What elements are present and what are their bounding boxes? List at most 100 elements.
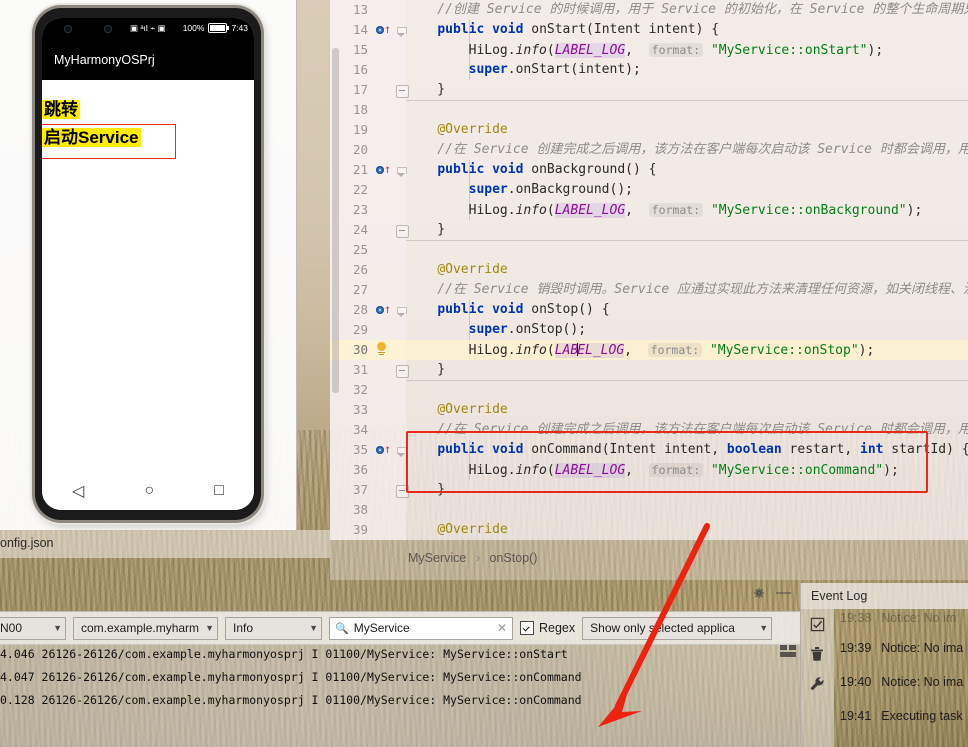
device-dropdown-value: N00 <box>0 621 23 635</box>
code-line-text: //在 Service 创建完成之后调用，该方法在客户端每次启动该 Servic… <box>406 422 968 437</box>
process-dropdown[interactable]: com.example.myharmony‹ ▼ <box>73 616 218 640</box>
code-line[interactable]: 39 @Override <box>330 520 968 540</box>
wrap-lines-icon[interactable] <box>780 645 796 658</box>
wrench-icon[interactable] <box>809 676 825 692</box>
jump-button-label: 跳转 <box>42 100 80 120</box>
event-log-time: 19:38 <box>840 611 872 625</box>
code-line-text: public void onCommand(Intent intent, boo… <box>437 442 968 457</box>
code-line[interactable]: 22 super.onBackground(); <box>330 180 968 200</box>
device-dropdown[interactable]: N00 ▼ <box>0 616 66 640</box>
logcat-row[interactable]: 4.046 26126-26126/com.example.myharmonyo… <box>0 643 800 666</box>
code-line[interactable]: 36 HiLog.info(LABEL_LOG, format: "MyServ… <box>330 460 968 480</box>
breadcrumb[interactable]: MyService › onStop() <box>330 540 968 580</box>
code-line[interactable]: 19 @Override <box>330 120 968 140</box>
logcat-side-tool-icons <box>780 645 800 663</box>
code-line-text: public void onStart(Intent intent) { <box>437 22 720 37</box>
code-line[interactable]: 26 @Override <box>330 260 968 280</box>
code-line-text: super.onBackground(); <box>468 182 633 197</box>
method-separator <box>406 380 968 381</box>
event-log-entry[interactable]: 19:39 Notice: No ima <box>832 631 968 665</box>
event-log-message: Notice: No im <box>881 611 957 625</box>
logcat-output[interactable]: 4.046 26126-26126/com.example.myharmonyo… <box>0 643 800 747</box>
event-log-panel: Event Log 19:38 Notice: No im 19:39 Notice:… <box>800 583 968 747</box>
chevron-down-icon: ▼ <box>53 623 62 633</box>
code-line-text: @Override <box>437 262 508 277</box>
intention-bulb-icon[interactable] <box>374 342 390 358</box>
trash-icon[interactable] <box>810 646 824 662</box>
checkbox-icon[interactable] <box>810 617 825 632</box>
code-line-text: super.onStart(intent); <box>468 62 641 77</box>
code-line[interactable]: 32 <box>330 380 968 400</box>
camera-sensor-icon <box>64 25 72 33</box>
code-line[interactable]: 23 HiLog.info(LABEL_LOG, format: "MyServ… <box>330 200 968 220</box>
logcat-search-input[interactable]: 🔍 MyService ✕ <box>329 616 513 640</box>
code-editor[interactable]: 13 //创建 Service 的时候调用，用于 Service 的初始化，在 … <box>330 0 968 540</box>
event-log-time: 19:39 <box>840 641 872 655</box>
logcat-window-buttons: — <box>752 585 791 600</box>
override-method-icon[interactable]: ↑ <box>376 303 391 316</box>
code-line[interactable]: 35 ↑ public void onCommand(Intent intent,… <box>330 440 968 460</box>
code-line[interactable]: 25 <box>330 240 968 260</box>
event-log-message: Notice: No ima <box>881 641 964 655</box>
event-log-title-bar[interactable]: Event Log <box>800 583 968 609</box>
breadcrumb-class[interactable]: MyService <box>408 551 466 565</box>
code-line[interactable]: 16 super.onStart(intent); <box>330 60 968 80</box>
event-log-entry[interactable]: 19:38 Notice: No im <box>832 609 968 631</box>
event-log-entry[interactable]: 19:40 Notice: No ima <box>832 665 968 699</box>
regex-checkbox-box <box>520 621 534 635</box>
event-log-title: Event Log <box>811 589 868 603</box>
event-log-list[interactable]: 19:38 Notice: No im 19:39 Notice: No ima 19:… <box>832 609 968 747</box>
nav-home-icon[interactable]: ○ <box>144 482 154 500</box>
code-line[interactable]: 13 //创建 Service 的时候调用，用于 Service 的初始化，在 … <box>330 0 968 20</box>
override-method-icon[interactable]: ↑ <box>376 443 391 456</box>
editor-tab-config-json[interactable]: onfig.json <box>0 536 54 550</box>
code-line-text: //在 Service 销毁时调用。Service 应通过实现此方法来清理任何资… <box>406 282 968 297</box>
code-line-text: @Override <box>437 522 508 537</box>
nav-back-icon[interactable]: ◁ <box>72 481 84 501</box>
code-line[interactable]: 17 } <box>330 80 968 100</box>
code-line[interactable]: 21 ↑ public void onBackground() { <box>330 160 968 180</box>
code-line[interactable]: 20 //在 Service 创建完成之后调用，该方法在客户端每次启动该 Ser… <box>330 140 968 160</box>
clear-search-icon[interactable]: ✕ <box>489 621 507 635</box>
code-line[interactable]: 29 super.onStop(); <box>330 320 968 340</box>
code-line[interactable]: 24 } <box>330 220 968 240</box>
code-line[interactable]: 37 } <box>330 480 968 500</box>
code-line[interactable]: 14 ↑ public void onStart(Intent intent) { <box>330 20 968 40</box>
breadcrumb-method[interactable]: onStop() <box>489 551 537 565</box>
code-line[interactable]: 38 <box>330 500 968 520</box>
code-line[interactable]: 33 @Override <box>330 400 968 420</box>
code-line[interactable]: 31 } <box>330 360 968 380</box>
code-line[interactable]: 30 HiLog.info(LABEL_LOG, format: "MyServ… <box>330 340 968 360</box>
gear-icon[interactable] <box>752 586 766 600</box>
scope-dropdown[interactable]: Show only selected applica ▼ <box>582 616 773 640</box>
phone-device-frame: ▣ ᵃıl ⌁ ▣ 100% 7:43 MyHarmonyOSPrj 跳转 启动… <box>35 8 261 520</box>
log-level-dropdown[interactable]: Info ▼ <box>225 616 322 640</box>
code-line[interactable]: 15 HiLog.info(LABEL_LOG, format: "MyServ… <box>330 40 968 60</box>
event-log-entry[interactable]: 19:41 Executing task <box>832 699 968 733</box>
code-line[interactable]: 18 <box>330 100 968 120</box>
code-lines-container[interactable]: 13 //创建 Service 的时候调用，用于 Service 的初始化，在 … <box>330 0 968 540</box>
regex-checkbox[interactable]: Regex <box>520 621 575 635</box>
battery-icon <box>208 23 230 33</box>
logcat-row[interactable]: 0.128 26126-26126/com.example.myharmonyo… <box>0 689 800 712</box>
code-line-text: public void onStop() { <box>437 302 610 317</box>
battery-percent-label: 100% <box>182 23 205 33</box>
logcat-row[interactable]: 4.047 26126-26126/com.example.myharmonyo… <box>0 666 800 689</box>
search-icon[interactable]: 🔍 <box>335 622 349 635</box>
editor-vertical-scrollbar[interactable] <box>332 48 339 393</box>
minimize-icon[interactable]: — <box>776 585 791 600</box>
override-method-icon[interactable]: ↑ <box>376 23 391 36</box>
code-line[interactable]: 34 //在 Service 创建完成之后调用，该方法在客户端每次启动该 Ser… <box>330 420 968 440</box>
jump-button[interactable]: 跳转 <box>42 100 80 120</box>
code-line-text: HiLog.info(LABEL_LOG, format: "MyService… <box>406 343 875 358</box>
code-line-text: HiLog.info(LABEL_LOG, format: "MyService… <box>406 463 899 478</box>
event-log-message: Executing task <box>881 709 963 723</box>
status-clock: 7:43 <box>231 23 248 33</box>
code-line[interactable]: 28 ↑ public void onStop() { <box>330 300 968 320</box>
override-method-icon[interactable]: ↑ <box>376 163 391 176</box>
regex-label: Regex <box>539 621 576 635</box>
nav-recents-icon[interactable]: □ <box>214 482 224 500</box>
code-line[interactable]: 27 //在 Service 销毁时调用。Service 应通过实现此方法来清理… <box>330 280 968 300</box>
method-separator <box>406 100 968 101</box>
start-service-button[interactable]: 启动Service <box>42 124 176 159</box>
